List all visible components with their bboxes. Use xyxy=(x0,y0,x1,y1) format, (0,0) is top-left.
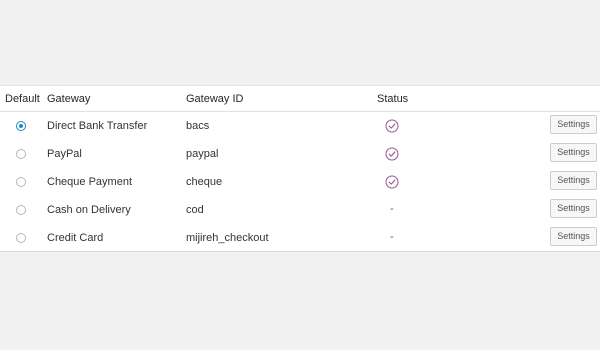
column-header-gateway-id: Gateway ID xyxy=(186,93,244,105)
settings-button[interactable]: Settings xyxy=(550,115,597,134)
settings-button[interactable]: Settings xyxy=(550,171,597,190)
gateway-name: Cash on Delivery xyxy=(47,204,131,216)
gateway-id: paypal xyxy=(186,148,219,160)
check-circle-icon xyxy=(385,175,399,189)
default-radio[interactable] xyxy=(16,149,26,159)
gateway-name: Cheque Payment xyxy=(47,176,132,188)
status-disabled-text: - xyxy=(390,231,394,243)
gateway-name: Direct Bank Transfer xyxy=(47,120,148,132)
check-circle-icon xyxy=(385,119,399,133)
column-header-default: Default xyxy=(5,93,40,105)
settings-button[interactable]: Settings xyxy=(550,199,597,218)
gateway-name: Credit Card xyxy=(47,232,104,244)
status-disabled-text: - xyxy=(390,203,394,215)
column-header-status: Status xyxy=(377,93,409,105)
table-row: Direct Bank Transfer bacs Settings xyxy=(0,112,600,140)
default-radio[interactable] xyxy=(16,177,26,187)
default-radio[interactable] xyxy=(16,233,26,243)
gateway-id: cod xyxy=(186,204,204,216)
payment-gateways-table: Default Gateway Gateway ID Status Direct… xyxy=(0,85,600,252)
table-header: Default Gateway Gateway ID Status xyxy=(0,86,600,112)
gateway-id: mijireh_checkout xyxy=(186,232,269,244)
table-row: Cash on Delivery cod - Settings xyxy=(0,196,600,224)
settings-button[interactable]: Settings xyxy=(550,143,597,162)
column-header-gateway: Gateway xyxy=(47,93,91,105)
settings-button[interactable]: Settings xyxy=(550,227,597,246)
gateway-id: cheque xyxy=(186,176,223,188)
gateway-id: bacs xyxy=(186,120,210,132)
default-radio[interactable] xyxy=(16,205,26,215)
table-row: PayPal paypal Settings xyxy=(0,140,600,168)
check-circle-icon xyxy=(385,147,399,161)
table-row: Credit Card mijireh_checkout - Settings xyxy=(0,224,600,252)
gateway-name: PayPal xyxy=(47,148,82,160)
default-radio[interactable] xyxy=(16,121,26,131)
table-row: Cheque Payment cheque Settings xyxy=(0,168,600,196)
